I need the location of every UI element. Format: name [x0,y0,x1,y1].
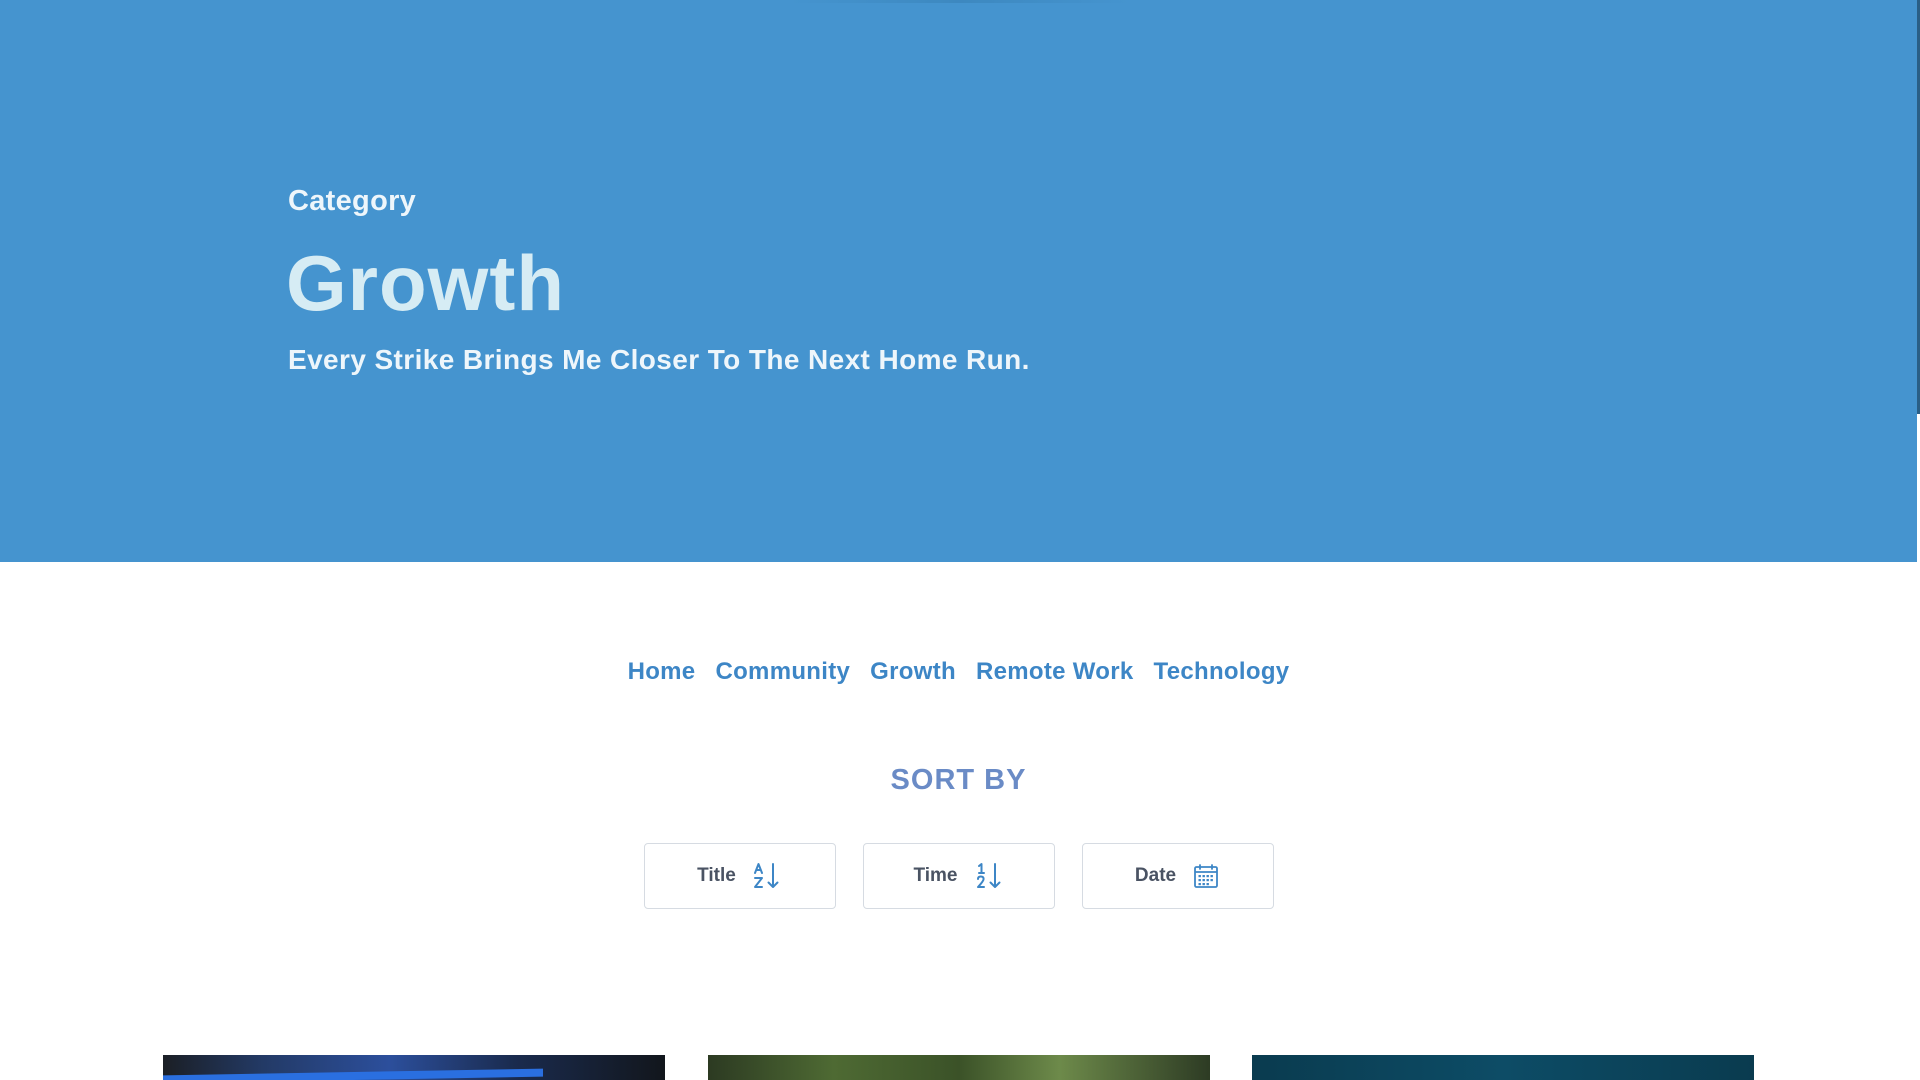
nav-link-remote-work[interactable]: Remote Work [976,658,1134,686]
nav-link-technology[interactable]: Technology [1154,658,1290,686]
sort-time-button[interactable]: Time [862,843,1055,909]
sort-date-label: Date [1134,865,1177,886]
nav-link-community[interactable]: Community [715,658,850,686]
category-nav: Home Community Growth Remote Work Techno… [0,658,1917,686]
post-card-image[interactable] [708,1055,1210,1080]
hero-top-shadow [790,0,1130,3]
sort-title-label: Title [697,865,736,886]
hero-tagline: Every Strike Brings Me Closer To The Nex… [288,344,1030,375]
category-hero: Category Growth Every Strike Brings Me C… [0,0,1917,562]
post-card-image[interactable] [163,1055,665,1080]
post-card-image[interactable] [1252,1055,1754,1080]
sort-time-label: Time [913,865,958,886]
sort-date-button[interactable]: Date [1081,843,1274,909]
nav-link-home[interactable]: Home [628,658,696,686]
sort-controls: Title Time Date [0,843,1917,909]
calendar-icon [1192,862,1220,890]
image-detail [163,1068,543,1080]
sort-numeric-down-icon [974,861,1004,891]
sort-by-heading: SORT BY [890,764,1027,796]
page-title: Growth [286,239,565,327]
nav-link-growth[interactable]: Growth [870,658,956,686]
sort-title-button[interactable]: Title [643,843,836,909]
hero-eyebrow: Category [288,185,417,217]
sort-alpha-down-icon [752,861,782,891]
